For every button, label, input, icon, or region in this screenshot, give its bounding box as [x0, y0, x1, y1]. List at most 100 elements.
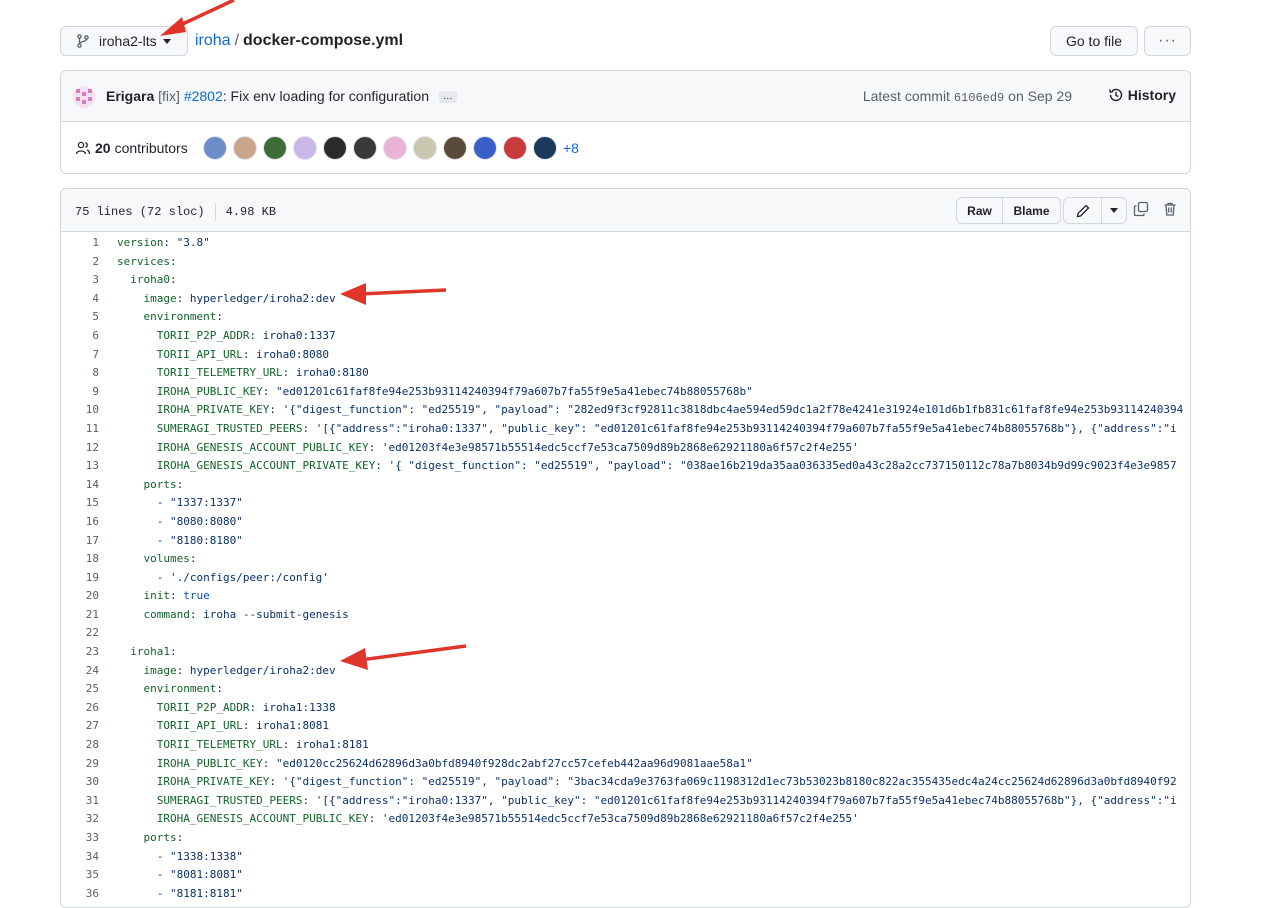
line-count: 75 lines (72 sloc)	[75, 205, 205, 219]
trash-icon[interactable]	[1162, 201, 1178, 217]
code-content: iroha1:	[99, 643, 176, 662]
latest-commit-row: Erigara [fix] #2802: Fix env loading for…	[61, 71, 1190, 122]
contributor-avatar[interactable]	[473, 136, 497, 160]
line-number[interactable]: 16	[61, 513, 99, 532]
yaml-key: environment	[143, 310, 217, 324]
commit-message-text[interactable]: : Fix env loading for configuration	[223, 88, 429, 104]
contributor-avatar[interactable]	[353, 136, 377, 160]
line-number[interactable]: 27	[61, 717, 99, 736]
yaml-value: '[{"address":"iroha0:1337", "public_key"…	[315, 793, 1177, 807]
yaml-value: 'ed01203f4e3e98571b55514edc5ccf7e53ca750…	[381, 812, 859, 826]
edit-options-dropdown[interactable]	[1102, 198, 1126, 223]
blame-button[interactable]: Blame	[1003, 198, 1060, 223]
contributor-avatar[interactable]	[503, 136, 527, 160]
line-number[interactable]: 24	[61, 662, 99, 681]
yaml-value: "8181:8181"	[169, 886, 243, 900]
line-number[interactable]: 9	[61, 383, 99, 402]
line-number[interactable]: 7	[61, 346, 99, 365]
commit-author[interactable]: Erigara	[106, 88, 154, 104]
line-number[interactable]: 13	[61, 457, 99, 476]
line-number[interactable]: 8	[61, 364, 99, 383]
edit-file-button[interactable]	[1064, 198, 1102, 223]
contributor-avatar[interactable]	[533, 136, 557, 160]
line-number[interactable]: 6	[61, 327, 99, 346]
code-line: 34 - "1338:1338"	[61, 848, 1190, 867]
raw-button[interactable]: Raw	[957, 198, 1003, 223]
code-line: 36 - "8181:8181"	[61, 885, 1190, 904]
line-number[interactable]: 4	[61, 290, 99, 309]
line-number[interactable]: 5	[61, 308, 99, 327]
line-number[interactable]: 28	[61, 736, 99, 755]
code-line: 4 image: hyperledger/iroha2:dev	[61, 290, 1190, 309]
chevron-down-icon	[162, 38, 171, 44]
line-number[interactable]: 25	[61, 680, 99, 699]
yaml-key: IROHA_GENESIS_ACCOUNT_PUBLIC_KEY	[156, 440, 369, 454]
more-contributors-link[interactable]: +8	[563, 140, 579, 156]
line-number[interactable]: 14	[61, 476, 99, 495]
commit-sha-link[interactable]: 6106ed9	[954, 91, 1004, 105]
more-options-button[interactable]: ···	[1144, 26, 1191, 56]
yaml-separator: :	[170, 273, 177, 287]
pull-request-link[interactable]: #2802	[184, 88, 223, 104]
breadcrumb-repo-link[interactable]: iroha	[195, 32, 231, 49]
line-number[interactable]: 17	[61, 532, 99, 551]
code-content: ports:	[99, 476, 184, 495]
copy-icon[interactable]	[1133, 201, 1149, 217]
code-content: TORII_P2P_ADDR: iroha0:1337	[99, 327, 336, 346]
pencil-icon	[1076, 204, 1089, 217]
history-link[interactable]: History	[1108, 87, 1176, 103]
line-number[interactable]: 2	[61, 253, 99, 272]
contributor-avatar[interactable]	[323, 136, 347, 160]
line-number[interactable]: 32	[61, 810, 99, 829]
code-content: - "1338:1338"	[99, 848, 243, 867]
line-number[interactable]: 35	[61, 866, 99, 885]
line-number[interactable]: 30	[61, 773, 99, 792]
line-number[interactable]: 1	[61, 234, 99, 253]
code-content: TORII_P2P_ADDR: iroha1:1338	[99, 699, 336, 718]
line-number[interactable]: 31	[61, 792, 99, 811]
yaml-value: iroha1:8081	[256, 719, 329, 733]
contributor-avatar[interactable]	[233, 136, 257, 160]
contributor-avatar[interactable]	[263, 136, 287, 160]
avatar[interactable]	[73, 86, 95, 108]
code-lines[interactable]: 1 version: "3.8" 2 services: 3 iroha0: 4 imag…	[61, 232, 1190, 903]
indent: -	[117, 496, 170, 510]
line-number[interactable]: 21	[61, 606, 99, 625]
contributor-avatar[interactable]	[413, 136, 437, 160]
code-line: 20 init: true	[61, 587, 1190, 606]
line-number[interactable]: 23	[61, 643, 99, 662]
line-number[interactable]: 26	[61, 699, 99, 718]
yaml-key: SUMERAGI_TRUSTED_PEERS	[156, 793, 303, 807]
line-number[interactable]: 20	[61, 587, 99, 606]
expand-commit-message-button[interactable]: …	[438, 91, 457, 104]
line-number[interactable]: 33	[61, 829, 99, 848]
yaml-value: "ed0120cc25624d62896d3a0bfd8940f928dc2ab…	[275, 756, 753, 770]
yaml-key: TORII_TELEMETRY_URL	[156, 738, 283, 752]
line-number[interactable]: 3	[61, 271, 99, 290]
kebab-horizontal-icon: ···	[1158, 32, 1177, 49]
contributor-avatar[interactable]	[203, 136, 227, 160]
line-number[interactable]: 10	[61, 401, 99, 420]
contributors-link[interactable]: 20 contributors	[75, 140, 188, 156]
go-to-file-button[interactable]: Go to file	[1050, 26, 1138, 56]
line-number[interactable]: 19	[61, 569, 99, 588]
line-number[interactable]: 22	[61, 624, 99, 643]
line-number[interactable]: 34	[61, 848, 99, 867]
line-number[interactable]: 29	[61, 755, 99, 774]
yaml-value: hyperledger/iroha2:dev	[189, 663, 336, 677]
line-number[interactable]: 18	[61, 550, 99, 569]
branch-select-button[interactable]: iroha2-lts	[60, 26, 188, 56]
line-number[interactable]: 11	[61, 420, 99, 439]
yaml-key: IROHA_GENESIS_ACCOUNT_PUBLIC_KEY	[156, 812, 369, 826]
contributor-avatar[interactable]	[293, 136, 317, 160]
contributor-avatar[interactable]	[443, 136, 467, 160]
line-number[interactable]: 15	[61, 494, 99, 513]
line-number[interactable]: 36	[61, 885, 99, 904]
line-number[interactable]: 12	[61, 439, 99, 458]
contributor-avatar[interactable]	[383, 136, 407, 160]
